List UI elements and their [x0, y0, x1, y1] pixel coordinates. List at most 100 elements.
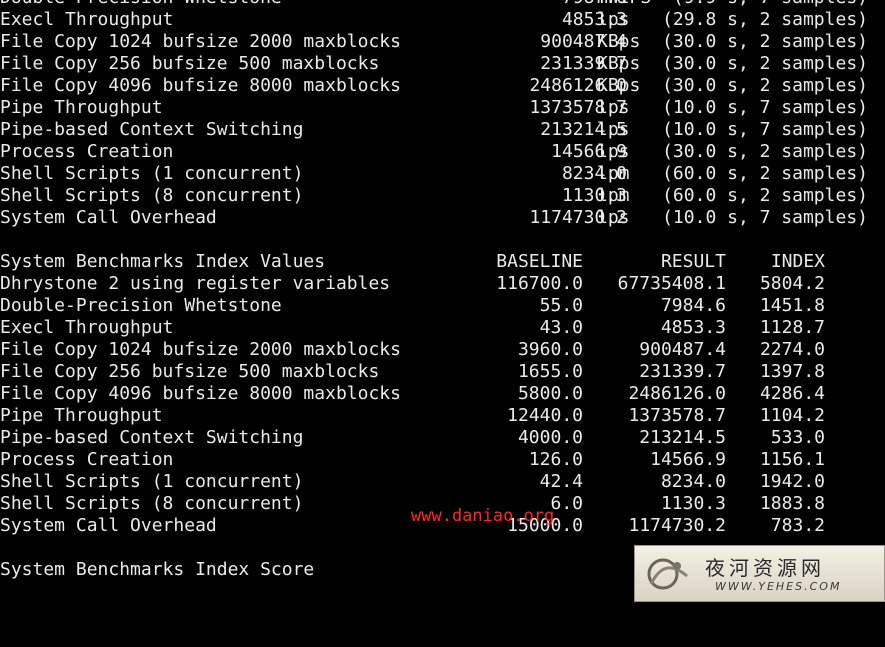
index-name: Execl Throughput	[0, 317, 174, 338]
result-row: Shell Scripts (1 concurrent) 8234.0 lpm …	[0, 163, 885, 185]
index-result: 2486126.0	[628, 383, 726, 404]
index-name: Double-Precision Whetstone	[0, 295, 282, 316]
index-value: 783.2	[770, 515, 825, 536]
result-row: Pipe-based Context Switching 213214.5 lp…	[0, 119, 885, 141]
index-baseline: 4000.0	[517, 427, 583, 448]
result-row: Double-Precision Whetstone 7984.6 MWIPS …	[0, 0, 885, 9]
index-row: File Copy 256 bufsize 500 maxblocks 1655…	[0, 361, 885, 383]
index-name: Pipe Throughput	[0, 405, 163, 426]
index-value: 5804.2	[759, 273, 825, 294]
index-title: System Benchmarks Index Values	[0, 251, 326, 272]
index-name: System Call Overhead	[0, 515, 217, 536]
index-result: 14566.9	[650, 449, 726, 470]
index-result: 1373578.7	[628, 405, 726, 426]
index-row: Pipe Throughput 12440.0 1373578.7 1104.2	[0, 405, 885, 427]
index-row: Dhrystone 2 using register variables 116…	[0, 273, 885, 295]
score-label: System Benchmarks Index Score	[0, 559, 315, 580]
result-name: File Copy 256 bufsize 500 maxblocks	[0, 53, 380, 74]
index-row: Execl Throughput 43.0 4853.3 1128.7	[0, 317, 885, 339]
index-baseline: 6.0	[550, 493, 583, 514]
result-name: System Call Overhead	[0, 207, 217, 228]
index-baseline: 126.0	[528, 449, 583, 470]
result-unit: KBps	[597, 53, 641, 74]
index-name: Shell Scripts (8 concurrent)	[0, 493, 304, 514]
result-unit: lps	[597, 207, 630, 228]
watermark-logo-icon	[647, 558, 688, 590]
index-result: 67735408.1	[617, 273, 726, 294]
index-baseline: 3960.0	[517, 339, 583, 360]
result-timing: (10.0 s, 7 samples)	[662, 119, 868, 140]
result-timing: (60.0 s, 2 samples)	[662, 163, 868, 184]
result-unit: lps	[597, 141, 630, 162]
result-unit: lps	[597, 119, 630, 140]
index-row: Pipe-based Context Switching 4000.0 2132…	[0, 427, 885, 449]
result-name: Pipe-based Context Switching	[0, 119, 304, 140]
index-name: Process Creation	[0, 449, 174, 470]
result-row: Process Creation 14566.9 lps (30.0 s, 2 …	[0, 141, 885, 163]
result-row: Pipe Throughput 1373578.7 lps (10.0 s, 7…	[0, 97, 885, 119]
result-name: Shell Scripts (8 concurrent)	[0, 185, 304, 206]
result-unit: lpm	[597, 163, 630, 184]
index-baseline: 12440.0	[507, 405, 583, 426]
index-value: 1883.8	[759, 493, 825, 514]
index-value: 1397.8	[759, 361, 825, 382]
index-value: 1104.2	[759, 405, 825, 426]
result-timing: (30.0 s, 2 samples)	[662, 31, 868, 52]
index-value: 1156.1	[759, 449, 825, 470]
index-baseline: 43.0	[539, 317, 583, 338]
index-result: 900487.4	[639, 339, 726, 360]
index-name: File Copy 1024 bufsize 2000 maxblocks	[0, 339, 401, 360]
index-baseline: 116700.0	[496, 273, 583, 294]
result-row: File Copy 256 bufsize 500 maxblocks 2313…	[0, 53, 885, 75]
result-header: RESULT	[660, 251, 726, 272]
result-unit: KBps	[597, 75, 641, 96]
index-value: 2274.0	[759, 339, 825, 360]
index-result: 213214.5	[639, 427, 726, 448]
result-row: Execl Throughput 4853.3 lps (29.8 s, 2 s…	[0, 9, 885, 31]
index-value: 4286.4	[759, 383, 825, 404]
index-row: Process Creation 126.0 14566.9 1156.1	[0, 449, 885, 471]
result-row: File Copy 1024 bufsize 2000 maxblocks 90…	[0, 31, 885, 53]
index-name: Dhrystone 2 using register variables	[0, 273, 391, 294]
watermark-url: WWW.YEHES.COM	[715, 580, 842, 593]
result-name: File Copy 4096 bufsize 8000 maxblocks	[0, 75, 401, 96]
result-timing: (29.8 s, 2 samples)	[662, 9, 868, 30]
result-timing: (9.9 s, 7 samples)	[673, 0, 868, 9]
index-result: 1174730.2	[628, 515, 726, 536]
index-result: 1130.3	[660, 493, 726, 514]
result-unit: lps	[597, 97, 630, 118]
index-baseline: 5800.0	[517, 383, 583, 404]
result-name: Process Creation	[0, 141, 174, 162]
result-unit: lpm	[597, 185, 630, 206]
index-row: Shell Scripts (1 concurrent) 42.4 8234.0…	[0, 471, 885, 493]
result-timing: (30.0 s, 2 samples)	[662, 75, 868, 96]
result-timing: (10.0 s, 7 samples)	[662, 207, 868, 228]
result-timing: (30.0 s, 2 samples)	[662, 53, 868, 74]
index-header-row: System Benchmarks Index Values BASELINE …	[0, 251, 885, 273]
result-name: Pipe Throughput	[0, 97, 163, 118]
result-timing: (10.0 s, 7 samples)	[662, 97, 868, 118]
result-unit: KBps	[597, 31, 641, 52]
result-name: Execl Throughput	[0, 9, 174, 30]
index-baseline: 42.4	[539, 471, 583, 492]
result-row: System Call Overhead 1174730.2 lps (10.0…	[0, 207, 885, 229]
watermark-brand: 夜河资源网	[705, 556, 825, 580]
index-value: 1128.7	[759, 317, 825, 338]
index-result: 4853.3	[660, 317, 726, 338]
index-value: 533.0	[770, 427, 825, 448]
watermark-badge: 夜河资源网 WWW.YEHES.COM	[634, 545, 885, 602]
index-name: Shell Scripts (1 concurrent)	[0, 471, 304, 492]
result-timing: (30.0 s, 2 samples)	[662, 141, 868, 162]
index-name: File Copy 256 bufsize 500 maxblocks	[0, 361, 380, 382]
index-baseline: 1655.0	[517, 361, 583, 382]
index-baseline: 55.0	[539, 295, 583, 316]
watermark-text: www.daniao.org	[411, 506, 555, 526]
terminal-output: Double-Precision Whetstone 7984.6 MWIPS …	[0, 0, 885, 581]
result-row: Shell Scripts (8 concurrent) 1130.3 lpm …	[0, 185, 885, 207]
index-result: 7984.6	[660, 295, 726, 316]
index-row: File Copy 4096 bufsize 8000 maxblocks 58…	[0, 383, 885, 405]
index-result: 8234.0	[660, 471, 726, 492]
index-row: Double-Precision Whetstone 55.0 7984.6 1…	[0, 295, 885, 317]
result-name: Shell Scripts (1 concurrent)	[0, 163, 304, 184]
